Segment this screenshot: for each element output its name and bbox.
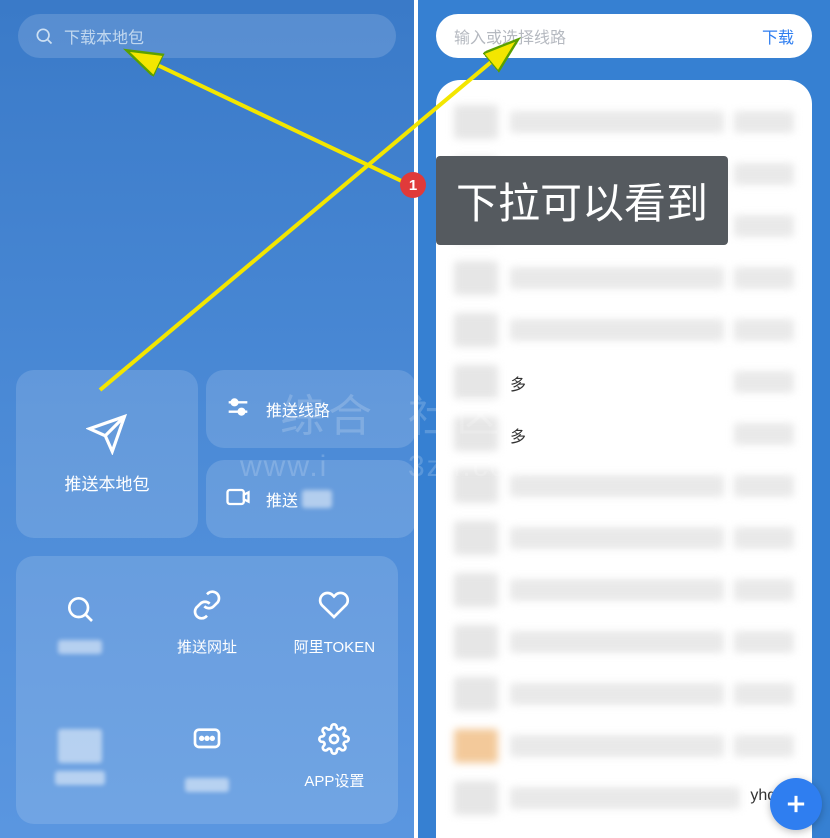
heart-icon [318,589,350,626]
list-item[interactable] [454,96,794,148]
push-local-label: 推送本地包 [65,470,150,495]
list-item[interactable] [454,668,794,720]
push-video-label: 推送 [266,487,298,511]
annotation-tooltip: 下拉可以看到 [436,156,728,245]
route-input-bar[interactable]: 输入或选择线路 下载 [436,14,812,58]
gear-icon [318,723,350,760]
list-item[interactable] [454,720,794,772]
watermark-url: 3zh.com [408,450,535,484]
download-button[interactable]: 下载 [762,24,794,48]
plus-icon [782,790,810,818]
grid-app-settings-label: APP设置 [304,770,364,791]
chat-icon [191,723,223,760]
list-item[interactable]: 多 [454,356,794,408]
watermark: 社区 [408,380,504,444]
route-input-placeholder: 输入或选择线路 [454,24,762,48]
list-item[interactable] [454,252,794,304]
list-item[interactable] [454,564,794,616]
grid-push-url-label: 推送网址 [177,636,237,657]
push-local-card[interactable]: 推送本地包 [16,370,198,538]
sliders-icon [224,393,252,426]
grid-app-settings[interactable]: APP设置 [271,690,398,824]
list-item[interactable] [454,304,794,356]
search-icon [64,593,96,630]
blurred-text [302,490,332,508]
search-icon [34,26,54,46]
grid-search[interactable] [16,556,143,690]
grid-ali-token[interactable]: 阿里TOKEN [271,556,398,690]
grid-ali-token-label: 阿里TOKEN [294,636,375,657]
blurred-label [185,778,229,792]
watermark: 综合 [280,380,376,444]
add-button[interactable] [770,778,822,830]
blurred-icon [58,729,102,763]
grid-actions: 推送网址 阿里TOKEN APP设置 [16,556,398,824]
list-item[interactable]: yhqu5 [454,772,794,824]
list-item[interactable] [454,616,794,668]
link-icon [191,589,223,626]
video-icon [224,483,252,516]
watermark-url: www.i [240,450,328,484]
search-bar[interactable]: 下载本地包 [18,14,396,58]
blurred-label [55,771,105,785]
left-screen: 下载本地包 推送本地包 推送线路 推送 推送网址 阿里 [0,0,414,838]
search-placeholder: 下载本地包 [64,24,144,48]
list-item[interactable] [454,512,794,564]
annotation-badge: 1 [400,172,426,198]
right-screen: 输入或选择线路 下载 太硬 多 多 yhqu5 社区 3zh.com [418,0,830,838]
blurred-label [58,640,102,654]
grid-blurred-1[interactable] [16,690,143,824]
grid-chat[interactable] [143,690,270,824]
paper-plane-icon [86,413,128,460]
grid-push-url[interactable]: 推送网址 [143,556,270,690]
